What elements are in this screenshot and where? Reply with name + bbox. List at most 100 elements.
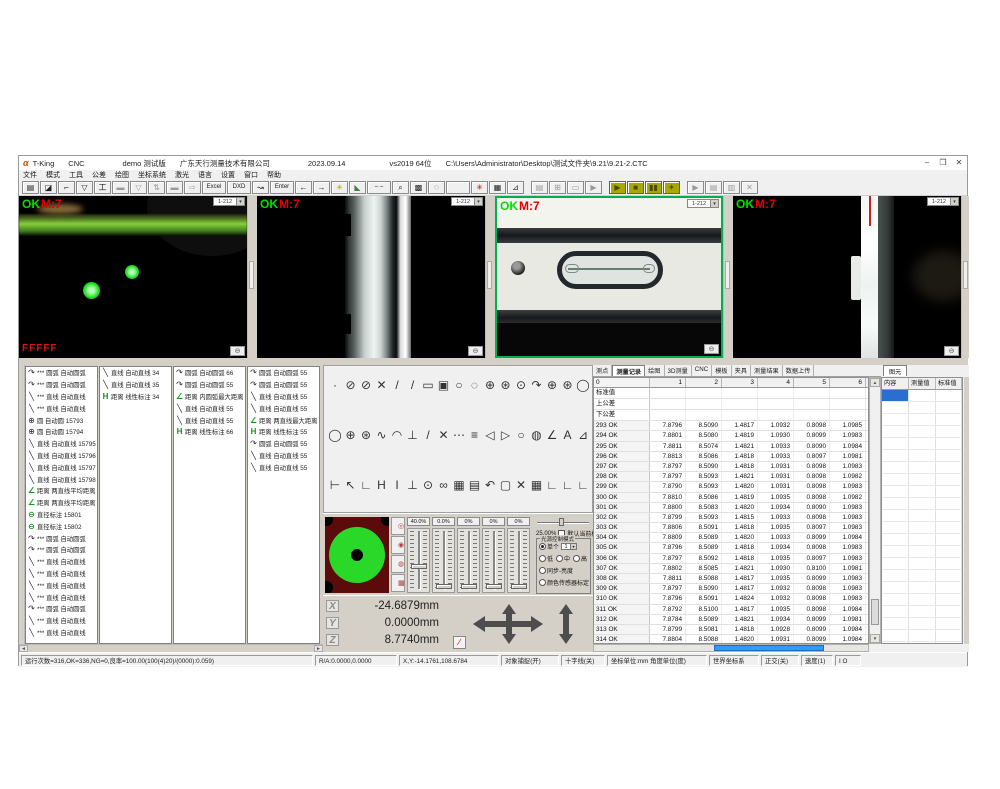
pause-button[interactable]: ▮▮ — [645, 181, 662, 194]
list-item[interactable]: ↷圆弧 自动圆弧 66 — [174, 367, 245, 379]
io-indicator[interactable]: I O — [835, 655, 861, 666]
elements-row[interactable] — [882, 486, 962, 498]
barcode-button[interactable]: ▦ — [489, 181, 506, 194]
elements-row[interactable] — [882, 570, 962, 582]
list-item[interactable]: ╲直线 自动直线 15795 — [26, 438, 97, 450]
menu-item-文件[interactable]: 文件 — [23, 170, 37, 180]
list-item[interactable]: ╲*** 直线 自动直线 — [26, 556, 97, 568]
light-bulb-button[interactable]: ☀ — [331, 181, 348, 194]
viewport-corner-icon[interactable]: ⊖ — [468, 346, 483, 356]
tab-测量记录[interactable]: 测量记录 — [612, 365, 645, 376]
list-item[interactable]: ⊖直径标注 15802 — [26, 520, 97, 532]
save-result-button[interactable]: ▤ — [531, 181, 548, 194]
folder-button[interactable]: ▭ — [567, 181, 584, 194]
excel-export-button[interactable]: Excel — [202, 181, 226, 194]
scroll-thumb[interactable] — [725, 261, 730, 289]
camera-image-3[interactable]: OKM:7 1-212▾ ⊖ — [495, 196, 723, 358]
measure-list-column-1[interactable]: ↷*** 圆弧 自动圆弧↷*** 圆弧 自动圆弧╲*** 直线 自动直线╲***… — [25, 366, 98, 644]
palette-tool-icon[interactable]: ∠ — [545, 426, 559, 446]
light-mode-button-2[interactable]: ◉ — [391, 536, 405, 554]
joystick-button[interactable]: ↝ — [252, 181, 269, 194]
palette-tool-icon[interactable]: ⊛ — [499, 376, 513, 396]
pattern-button[interactable]: ▩ — [410, 181, 427, 194]
list-item[interactable]: ╲直线 自动直线 55 — [248, 461, 319, 473]
light-mode-button-3[interactable]: ◍ — [391, 555, 405, 573]
enter-button[interactable]: Enter — [270, 181, 294, 194]
list-item[interactable]: ╲*** 直线 自动直线 — [26, 402, 97, 414]
table-row[interactable]: 299 OK7.87908.50931.48201.09310.80981.09… — [594, 482, 868, 492]
elements-row[interactable] — [882, 510, 962, 522]
master-light-slider[interactable] — [537, 518, 589, 526]
minimize-button[interactable]: – — [919, 157, 935, 169]
palette-tool-icon[interactable]: / — [390, 376, 404, 396]
scroll-thumb[interactable] — [487, 261, 492, 289]
scroll-down-icon[interactable]: ▼ — [870, 634, 880, 643]
menu-item-绘图[interactable]: 绘图 — [115, 170, 129, 180]
palette-tool-icon[interactable]: ⊙ — [514, 376, 528, 396]
viewport-corner-icon[interactable]: ⊖ — [944, 346, 959, 356]
camera1-hscrollbar[interactable] — [19, 358, 254, 365]
list-item[interactable]: ⊖直径标注 15801 — [26, 509, 97, 521]
list-item[interactable]: ∠距离 内圆弧最大距离 — [174, 391, 245, 403]
list-item[interactable]: ╲直线 自动直线 55 — [248, 450, 319, 462]
table-row[interactable]: 309 OK7.87978.50901.48171.09320.80981.09… — [594, 584, 868, 594]
list-item[interactable]: ↷圆弧 自动圆弧 55 — [248, 379, 319, 391]
tolerance-row[interactable]: 下公差 — [594, 410, 868, 421]
open-file-button[interactable]: ◪ — [40, 181, 57, 194]
edge-tool-button[interactable]: ⌐ — [58, 181, 75, 194]
list-item[interactable]: ⊕圆 自动圆 15794 — [26, 426, 97, 438]
elements-row[interactable] — [882, 522, 962, 534]
elements-row[interactable] — [882, 630, 962, 642]
copy-result-button[interactable]: ⊞ — [549, 181, 566, 194]
menu-item-模式[interactable]: 模式 — [46, 170, 60, 180]
color-cal-radio[interactable] — [539, 579, 546, 586]
scroll-left-icon[interactable]: ◄ — [19, 645, 28, 652]
chevron-down-icon[interactable]: ▾ — [950, 198, 958, 205]
elements-row[interactable] — [882, 558, 962, 570]
table-row[interactable]: 302 OK7.87998.50931.48151.09330.80981.09… — [594, 513, 868, 523]
measure-list-column-4[interactable]: ↷圆弧 自动圆弧 55↷圆弧 自动圆弧 55╲直线 自动直线 55╲直线 自动直… — [247, 366, 320, 644]
list-item[interactable]: ╲直线 自动直线 55 — [248, 391, 319, 403]
palette-tool-icon[interactable]: ∿ — [375, 426, 389, 446]
list-item[interactable]: ╲*** 直线 自动直线 — [26, 579, 97, 591]
camera1-range-spinner[interactable]: 1-212▾ — [213, 197, 245, 206]
print-button[interactable]: ▥ — [723, 181, 740, 194]
close-button[interactable]: ✕ — [951, 157, 967, 169]
table-row[interactable]: 300 OK7.88108.50861.48191.09350.80981.09… — [594, 493, 868, 503]
slider-thumb[interactable] — [411, 564, 427, 569]
elements-row[interactable] — [882, 618, 962, 630]
scroll-thumb[interactable] — [871, 599, 879, 625]
scroll-thumb[interactable] — [714, 645, 824, 651]
palette-tool-icon[interactable]: ⋯ — [452, 426, 466, 446]
abort-button[interactable]: ✕ — [741, 181, 758, 194]
elements-row[interactable] — [882, 546, 962, 558]
tab-夹具[interactable]: 夹具 — [732, 365, 751, 376]
table-row[interactable]: 305 OK7.87968.50891.48181.09340.80981.09… — [594, 543, 868, 553]
camera2-vscrollbar[interactable] — [485, 196, 493, 358]
scroll-right-icon[interactable]: ► — [314, 645, 323, 652]
chevron-down-icon[interactable]: ▾ — [710, 200, 718, 207]
elements-row[interactable] — [882, 498, 962, 510]
tolerance-row[interactable]: 上公差 — [594, 399, 868, 410]
dxd-export-button[interactable]: DXD — [227, 181, 251, 194]
camera4-range-spinner[interactable]: 1-212▾ — [927, 197, 959, 206]
tool-run-button[interactable]: ✦ — [663, 181, 680, 194]
lists-hscrollbar[interactable]: ◄ ► — [19, 644, 323, 652]
camera3-range-spinner[interactable]: 1-212▾ — [687, 199, 719, 208]
tab-测点[interactable]: 测点 — [593, 365, 612, 376]
palette-tool-icon[interactable]: ↷ — [530, 376, 544, 396]
light-mode-button-4[interactable]: ▩ — [391, 574, 405, 592]
elements-row[interactable] — [882, 390, 962, 402]
palette-tool-icon[interactable]: / — [406, 376, 420, 396]
slider-track[interactable] — [432, 528, 455, 593]
chevron-down-icon[interactable]: ▾ — [236, 198, 244, 205]
table-row[interactable]: 301 OK7.88008.50831.48201.09340.80901.09… — [594, 503, 868, 513]
column-tool-button[interactable]: 工 — [94, 181, 111, 194]
ring-light-preview[interactable] — [325, 517, 389, 593]
tab-绘图[interactable]: 绘图 — [645, 365, 664, 376]
slider-thumb[interactable] — [559, 518, 564, 526]
palette-tool-icon[interactable]: A — [561, 426, 575, 446]
stop-button[interactable]: ■ — [627, 181, 644, 194]
palette-tool-icon[interactable]: ▣ — [437, 376, 451, 396]
elements-row[interactable] — [882, 642, 962, 644]
